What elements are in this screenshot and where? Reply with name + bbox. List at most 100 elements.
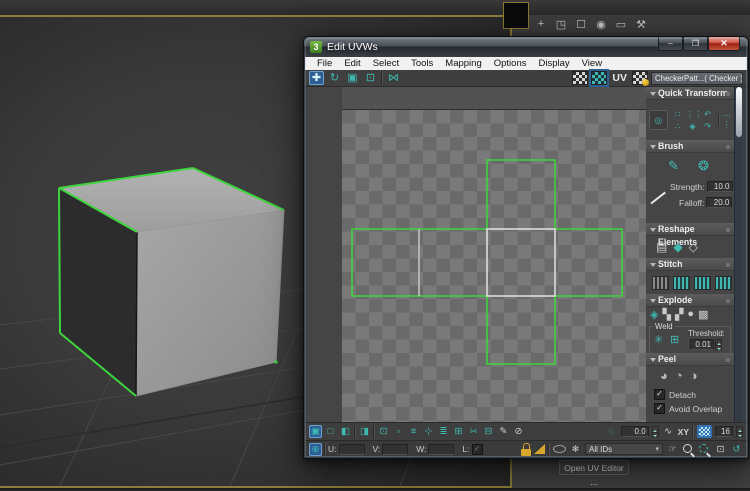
menu-select[interactable]: Select: [367, 58, 405, 69]
w-field[interactable]: [428, 444, 454, 455]
select-square-icon[interactable]: □: [324, 425, 337, 438]
paint-deselect-icon[interactable]: ⊘: [512, 425, 525, 438]
quick-transform-header[interactable]: Quick Transform: [646, 87, 734, 100]
display-tab-icon[interactable]: ▭: [614, 18, 628, 31]
menu-display[interactable]: Display: [532, 58, 575, 69]
menu-tools[interactable]: Tools: [405, 58, 439, 69]
relax-until-flat-icon[interactable]: ▤: [656, 240, 667, 254]
distribute-icon[interactable]: ∺: [467, 425, 480, 438]
modify-tab-icon[interactable]: ◳: [554, 18, 568, 31]
align-dots-icon[interactable]: ∷: [671, 109, 685, 120]
peel-mode-icon[interactable]: ◔: [675, 368, 683, 383]
relax-brush-icon[interactable]: ❂: [698, 158, 709, 174]
stitch-source-icon[interactable]: [694, 276, 711, 290]
cube[interactable]: [59, 168, 284, 396]
align-grid-icon[interactable]: ⊞: [452, 425, 465, 438]
pelt-map-icon[interactable]: ◑: [690, 368, 698, 383]
freeze-icon[interactable]: ❄: [569, 443, 582, 456]
pan-icon[interactable]: ☞: [666, 443, 679, 456]
menu-edit[interactable]: Edit: [338, 58, 366, 69]
grow-selection-icon[interactable]: ⊡: [377, 425, 390, 438]
xy-space-button[interactable]: XY: [678, 427, 689, 437]
threshold-field[interactable]: 0.01: [690, 339, 714, 350]
select-element-icon[interactable]: ▣: [309, 425, 322, 438]
grid-size-field[interactable]: 16: [715, 426, 733, 437]
falloff-field[interactable]: 20.0: [706, 197, 732, 208]
align-cross-icon[interactable]: ⊹: [422, 425, 435, 438]
stitch-header[interactable]: Stitch: [646, 258, 734, 271]
align-h-icon[interactable]: ≡: [407, 425, 420, 438]
quick-peel-icon[interactable]: ◕: [660, 368, 668, 383]
linear-align-icon[interactable]: ◈: [686, 121, 700, 132]
shrink-selection-icon[interactable]: ▫: [392, 425, 405, 438]
stitch-average-icon[interactable]: [673, 276, 690, 290]
u-field[interactable]: [339, 444, 365, 455]
space-vertical-icon[interactable]: ⋮⋮: [686, 109, 700, 120]
space-vertical2-icon[interactable]: ⋮: [723, 120, 732, 129]
stitch-custom-icon[interactable]: [652, 276, 669, 290]
falloff-curve-icon[interactable]: ∿: [662, 425, 675, 438]
rectangularize-icon[interactable]: ◇: [689, 240, 698, 254]
align-rows-icon[interactable]: ≣: [437, 425, 450, 438]
uv-selected-face[interactable]: [487, 229, 555, 296]
weld-all-icon[interactable]: ⊞: [670, 333, 679, 346]
move-tool-icon[interactable]: ✚: [309, 71, 324, 85]
close-button[interactable]: ✕: [708, 37, 740, 51]
arc-rotate-icon[interactable]: ↺: [730, 443, 743, 456]
lock-aspect-checkbox[interactable]: ✓: [472, 444, 483, 455]
transform-typein-icon[interactable]: ⊕: [309, 443, 322, 456]
rotate-cw-icon[interactable]: ↷: [701, 121, 715, 132]
soft-selection-icon[interactable]: ◌: [605, 425, 618, 438]
utilities-tab-icon[interactable]: ⚒: [634, 18, 648, 31]
motion-tab-icon[interactable]: ◉: [594, 18, 608, 31]
menu-file[interactable]: File: [311, 58, 338, 69]
strength-field[interactable]: 10.0: [707, 181, 733, 192]
freeform-tool-icon[interactable]: ⊡: [363, 71, 378, 85]
scale-tool-icon[interactable]: ▣: [345, 71, 360, 85]
flatten-by-material-icon[interactable]: ●: [687, 308, 694, 321]
align-corner-icon[interactable]: ∴: [671, 121, 685, 132]
scrollbar-thumb[interactable]: [736, 87, 742, 137]
minimize-button[interactable]: –: [658, 37, 683, 51]
menu-mapping[interactable]: Mapping: [439, 58, 487, 69]
paint-move-brush-icon[interactable]: ✎: [668, 158, 679, 174]
soft-selection-spinner[interactable]: [652, 426, 659, 437]
brush-header[interactable]: Brush: [646, 140, 734, 153]
rotate-tool-icon[interactable]: ↻: [327, 71, 342, 85]
grid-size-spinner[interactable]: [736, 426, 743, 437]
zoom-extents-icon[interactable]: ⊡: [714, 443, 727, 456]
show-map-active-icon[interactable]: [591, 71, 607, 85]
v-field[interactable]: [382, 444, 408, 455]
panel-scrollbar[interactable]: [734, 87, 742, 422]
menu-view[interactable]: View: [576, 58, 608, 69]
hierarchy-tab-icon[interactable]: ☐: [574, 18, 588, 31]
rotate-ccw-icon[interactable]: ↶: [701, 109, 715, 120]
open-uv-editor-button[interactable]: Open UV Editor ...: [559, 460, 629, 475]
straighten-selection-icon[interactable]: ◆: [673, 240, 682, 254]
peel-header[interactable]: Peel: [646, 353, 734, 366]
show-map-icon[interactable]: [572, 71, 588, 85]
uv-space-label[interactable]: UV: [612, 72, 627, 84]
pack-icon[interactable]: ⊟: [482, 425, 495, 438]
maximize-button[interactable]: ❐: [683, 37, 708, 51]
texture-checker-icon[interactable]: [632, 71, 648, 85]
select-cube2-icon[interactable]: ◨: [358, 425, 371, 438]
material-id-dropdown[interactable]: All IDs ▾: [585, 443, 663, 455]
falloff-space-grid-icon[interactable]: [697, 425, 712, 438]
threshold-spinner[interactable]: [715, 339, 722, 350]
explode-header[interactable]: Explode: [646, 294, 734, 307]
menu-options[interactable]: Options: [488, 58, 533, 69]
soft-selection-field[interactable]: 0.0: [621, 426, 649, 437]
flatten-by-smoothing-icon[interactable]: ▞: [675, 308, 683, 321]
create-tab-icon[interactable]: +: [534, 18, 548, 30]
select-cube-icon[interactable]: ◧: [339, 425, 352, 438]
paint-select-icon[interactable]: ✎: [497, 425, 510, 438]
detach-checkbox[interactable]: ✓: [654, 389, 665, 400]
avoid-overlap-checkbox[interactable]: ✓: [654, 403, 665, 414]
reshape-elements-header[interactable]: Reshape Elements: [646, 223, 734, 236]
flatten-custom-icon[interactable]: ▩: [698, 308, 708, 321]
stitch-target-icon[interactable]: [715, 276, 732, 290]
lock-selection-icon[interactable]: [521, 443, 531, 456]
uv-canvas[interactable]: [307, 87, 646, 422]
flatten-by-angle-icon[interactable]: ▚: [662, 308, 670, 321]
